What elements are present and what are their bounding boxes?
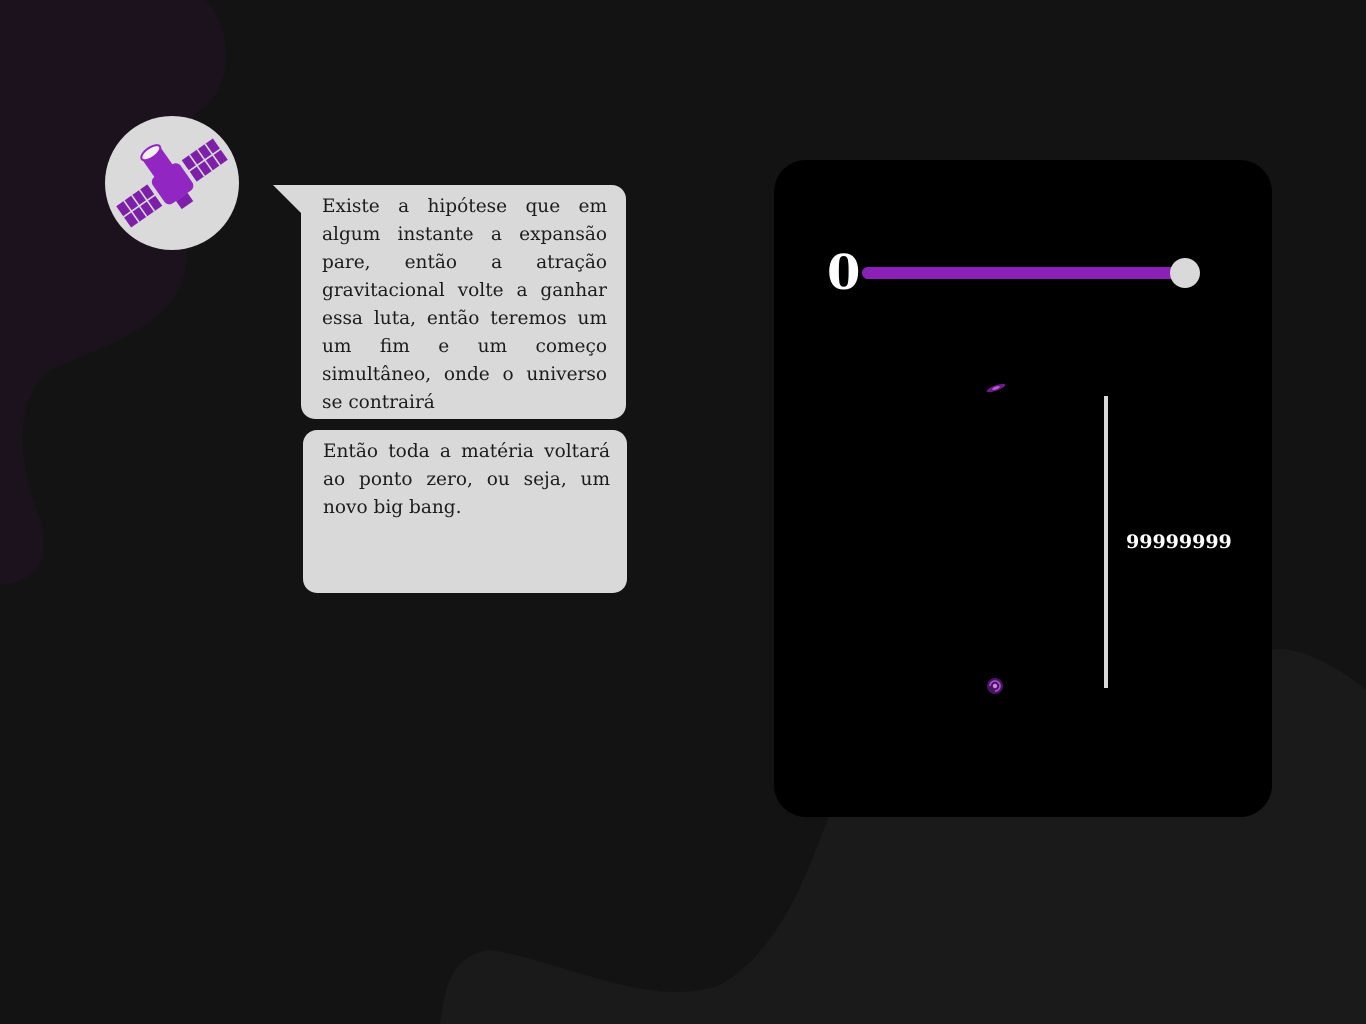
slider-thumb[interactable]: [1170, 258, 1200, 288]
speech-bubble-1: Existe a hipótese que em algum instante …: [301, 185, 626, 419]
speech-bubble-tail: [273, 185, 303, 215]
slider-value: 0: [827, 245, 861, 301]
simulation-panel: 0 99999999: [774, 160, 1272, 817]
screen: Existe a hipótese que em algum instante …: [0, 0, 1366, 1024]
galaxy-icon: [987, 678, 1003, 694]
satellite-icon: [116, 138, 228, 228]
speech-bubble-2: Então toda a matéria voltará ao ponto ze…: [303, 430, 627, 593]
slider-fill: [862, 267, 1178, 279]
narrator-avatar: [105, 116, 239, 250]
distance-line: [1104, 396, 1108, 688]
distance-label: 99999999: [1126, 531, 1232, 553]
galaxy-icon: [986, 383, 1006, 393]
slider-track[interactable]: [862, 267, 1178, 279]
purple-blob: [0, 0, 226, 585]
